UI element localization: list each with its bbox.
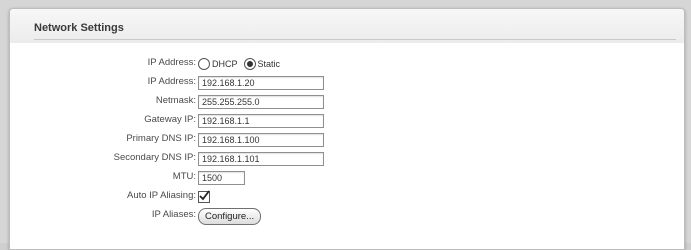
auto-ip-aliasing-label: Auto IP Aliasing: — [126, 190, 196, 201]
static-radio[interactable] — [243, 58, 256, 70]
ip-address-label: IP Address: — [147, 76, 196, 87]
netmask-row: Netmask: 255.255.255.0 — [10, 93, 684, 111]
mtu-row: MTU: 1500 — [10, 169, 684, 187]
section-title: Network Settings — [34, 22, 124, 34]
gateway-field[interactable]: 192.168.1.1 — [198, 114, 324, 128]
gateway-label: Gateway IP: — [144, 114, 196, 125]
mtu-label: MTU: — [172, 171, 196, 182]
netmask-field[interactable]: 255.255.255.0 — [198, 95, 324, 109]
ip-aliases-row: IP Aliases: Configure... — [10, 207, 684, 225]
ip-address-field[interactable]: 192.168.1.20 — [198, 76, 324, 90]
secondary-dns-row: Secondary DNS IP: 192.168.1.101 — [10, 150, 684, 168]
header-divider — [34, 39, 676, 40]
auto-ip-aliasing-checkbox[interactable] — [198, 190, 210, 203]
ip-mode-row: IP Address: DHCP Static — [10, 55, 684, 73]
ip-mode-label: IP Address: — [147, 57, 196, 68]
ip-aliases-label: IP Aliases: — [151, 209, 196, 220]
secondary-dns-field[interactable]: 192.168.1.101 — [198, 152, 324, 166]
configure-button[interactable]: Configure... — [198, 207, 262, 225]
secondary-dns-label: Secondary DNS IP: — [113, 152, 196, 163]
checkmark-icon — [199, 190, 210, 201]
dhcp-radio[interactable] — [198, 58, 210, 70]
ip-address-row: IP Address: 192.168.1.20 — [10, 74, 684, 92]
primary-dns-label: Primary DNS IP: — [126, 133, 196, 144]
static-radio-label[interactable]: Static — [258, 59, 281, 69]
gateway-row: Gateway IP: 192.168.1.1 — [10, 112, 684, 130]
primary-dns-row: Primary DNS IP: 192.168.1.100 — [10, 131, 684, 149]
ip-mode-options: DHCP Static — [198, 55, 286, 73]
panel-header: Network Settings — [10, 9, 684, 43]
page: Network Settings IP Address: DHCP Static… — [0, 0, 691, 250]
network-settings-panel: Network Settings IP Address: DHCP Static… — [9, 8, 685, 250]
auto-ip-aliasing-row: Auto IP Aliasing: — [10, 188, 684, 206]
dhcp-radio-label[interactable]: DHCP — [212, 59, 238, 69]
primary-dns-field[interactable]: 192.168.1.100 — [198, 133, 324, 147]
netmask-label: Netmask: — [155, 95, 196, 106]
mtu-field[interactable]: 1500 — [198, 171, 245, 185]
